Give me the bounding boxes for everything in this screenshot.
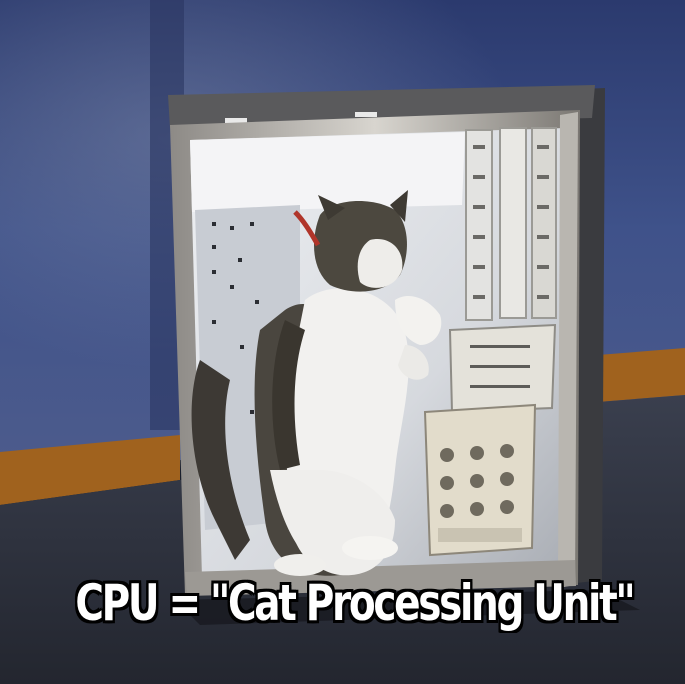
drive-bays bbox=[465, 127, 557, 321]
meme-image: CPU = "Cat Processing Unit" bbox=[0, 0, 685, 684]
meme-caption: CPU = "Cat Processing Unit" bbox=[75, 574, 635, 632]
hdd-cage bbox=[423, 403, 537, 557]
